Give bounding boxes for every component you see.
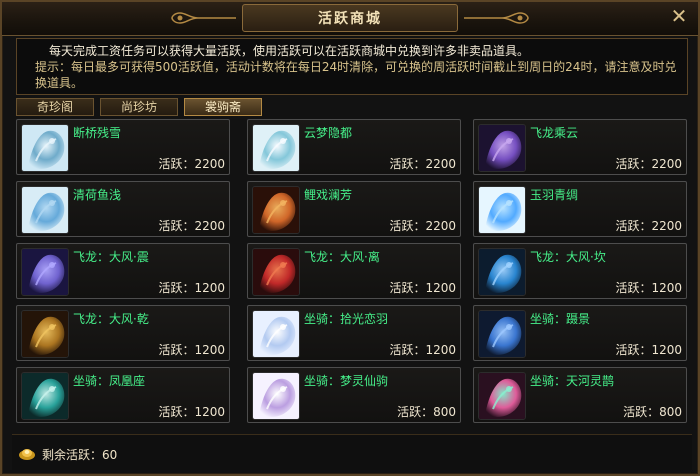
white-feather-mount-icon xyxy=(252,310,300,358)
item-price: 活跃：1200 xyxy=(615,343,682,357)
right-ornament-icon xyxy=(464,12,529,24)
tab-3[interactable]: 裳驹斋 xyxy=(184,98,262,116)
title-bar: 活跃商城 ✕ xyxy=(2,2,698,36)
item-card[interactable]: 坐骑：天河灵鹊活跃：800 xyxy=(473,367,687,423)
item-name: 坐骑：梦灵仙驹 xyxy=(304,374,389,388)
item-price: 活跃：2200 xyxy=(158,219,225,233)
tab-1[interactable]: 奇珍阁 xyxy=(16,98,94,116)
item-name: 鲤戏澜芳 xyxy=(304,188,353,202)
item-card[interactable]: 坐骑：拾光恋羽活跃：1200 xyxy=(247,305,461,361)
red-carp-outfit-icon xyxy=(252,186,300,234)
item-price: 活跃：1200 xyxy=(615,281,682,295)
gold-ingot-icon xyxy=(19,449,35,460)
item-name: 清荷鱼浅 xyxy=(73,188,122,202)
blue-white-robe-icon xyxy=(252,124,300,172)
title-plaque: 活跃商城 xyxy=(242,4,458,32)
item-price: 活跃：1200 xyxy=(158,343,225,357)
item-name: 坐骑：凤凰座 xyxy=(73,374,146,388)
info-tip: 提示：每日最多可获得500活跃值，活动计数将在每日24时清除，可兑换的周活跃时间… xyxy=(35,60,677,90)
jade-feather-outfit-icon xyxy=(478,186,526,234)
red-dragon-head-icon xyxy=(252,248,300,296)
item-card[interactable]: 飞龙：大风·震活跃：1200 xyxy=(16,243,230,299)
item-card[interactable]: 玉羽青绸活跃：2200 xyxy=(473,181,687,237)
item-name: 坐骑：拾光恋羽 xyxy=(304,312,389,326)
info-description: 每天完成工资任务可以获得大量活跃，使用活跃可以在活跃商城中兑换到许多非卖品道具。 xyxy=(49,44,530,58)
close-icon[interactable]: ✕ xyxy=(668,6,690,28)
item-price: 活跃：800 xyxy=(397,405,456,419)
item-name: 断桥残雪 xyxy=(73,126,122,140)
item-price: 活跃：2200 xyxy=(389,219,456,233)
item-card[interactable]: 坐骑：凤凰座活跃：1200 xyxy=(16,367,230,423)
item-name: 飞龙乘云 xyxy=(530,126,579,140)
white-unicorn-mount-icon xyxy=(252,372,300,420)
item-price: 活跃：1200 xyxy=(158,281,225,295)
item-card[interactable]: 飞龙：大风·离活跃：1200 xyxy=(247,243,461,299)
item-price: 活跃：800 xyxy=(623,405,682,419)
footer: 剩余活跃：60 xyxy=(12,434,692,470)
teal-phoenix-mount-icon xyxy=(21,372,69,420)
item-price: 活跃：1200 xyxy=(389,343,456,357)
active-mall-window: 活跃商城 ✕ 每天完成工资任务可以获得大量活跃，使用活跃可以在活跃商城中兑换到许… xyxy=(0,0,700,476)
item-price: 活跃：2200 xyxy=(615,157,682,171)
purple-dragon-mount-icon xyxy=(478,124,526,172)
item-name: 坐骑：蹑景 xyxy=(530,312,591,326)
item-name: 飞龙：大风·离 xyxy=(304,250,380,264)
item-card[interactable]: 鲤戏澜芳活跃：2200 xyxy=(247,181,461,237)
item-name: 坐骑：天河灵鹊 xyxy=(530,374,615,388)
blue-dragon-head-icon xyxy=(478,248,526,296)
info-panel: 每天完成工资任务可以获得大量活跃，使用活跃可以在活跃商城中兑换到许多非卖品道具。… xyxy=(16,38,688,95)
item-card[interactable]: 飞龙：大风·坎活跃：1200 xyxy=(473,243,687,299)
item-name: 飞龙：大风·坎 xyxy=(530,250,606,264)
item-name: 飞龙：大风·乾 xyxy=(73,312,149,326)
item-name: 云梦隐都 xyxy=(304,126,353,140)
shop-tabs: 奇珍阁 尚珍坊 裳驹斋 xyxy=(16,98,262,116)
blue-horse-mount-icon xyxy=(478,310,526,358)
item-price: 活跃：2200 xyxy=(615,219,682,233)
purple-dragon-head-icon xyxy=(21,248,69,296)
item-grid: 断桥残雪 活跃：2200 云梦隐都 活跃：2200 飞龙乘云 活跃：2200 清荷鱼浅 活跃：… xyxy=(16,119,692,425)
item-card[interactable]: 坐骑：蹑景活跃：1200 xyxy=(473,305,687,361)
window-title: 活跃商城 xyxy=(318,11,382,27)
item-price: 活跃：2200 xyxy=(158,157,225,171)
remaining-activity: 剩余活跃：60 xyxy=(42,448,118,462)
item-price: 活跃：2200 xyxy=(389,157,456,171)
item-card[interactable]: 清荷鱼浅活跃：2200 xyxy=(16,181,230,237)
tab-2[interactable]: 尚珍坊 xyxy=(100,98,178,116)
blue-lotus-outfit-icon xyxy=(21,186,69,234)
item-card[interactable]: 断桥残雪活跃：2200 xyxy=(16,119,230,175)
gold-dragon-head-icon xyxy=(21,310,69,358)
white-wing-outfit-icon xyxy=(21,124,69,172)
left-ornament-icon xyxy=(171,12,236,24)
item-card[interactable]: 飞龙乘云活跃：2200 xyxy=(473,119,687,175)
item-name: 飞龙：大风·震 xyxy=(73,250,149,264)
item-card[interactable]: 坐骑：梦灵仙驹活跃：800 xyxy=(247,367,461,423)
item-price: 活跃：1200 xyxy=(389,281,456,295)
item-card[interactable]: 飞龙：大风·乾活跃：1200 xyxy=(16,305,230,361)
item-card[interactable]: 云梦隐都活跃：2200 xyxy=(247,119,461,175)
item-price: 活跃：1200 xyxy=(158,405,225,419)
pink-magpie-mount-icon xyxy=(478,372,526,420)
item-name: 玉羽青绸 xyxy=(530,188,579,202)
